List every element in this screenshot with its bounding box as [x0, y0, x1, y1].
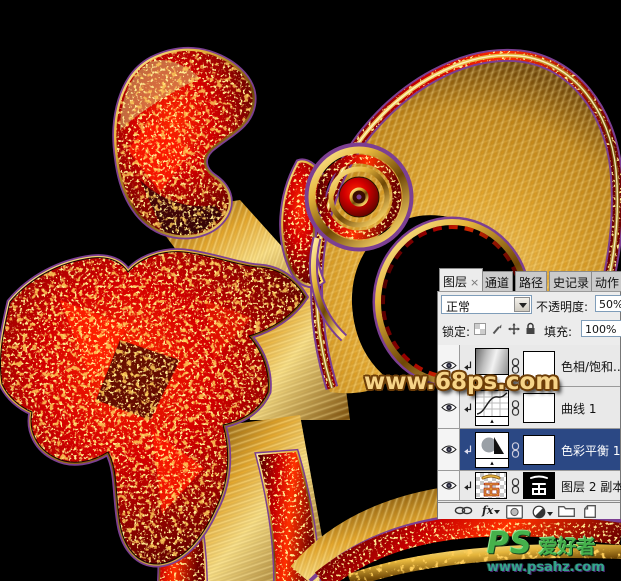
layer-row-layer2-copy[interactable]: 图层 2 副本	[438, 471, 621, 501]
tab-paths[interactable]: 路径	[515, 271, 548, 291]
watermark-url: www.psahz.com	[487, 560, 605, 575]
lock-label: 锁定:	[442, 325, 471, 339]
watermark-fans-text: 爱好者	[538, 536, 596, 558]
mask-link-icon	[511, 441, 520, 461]
layer-mask-thumbnail[interactable]	[523, 434, 555, 465]
eye-icon[interactable]	[440, 477, 458, 495]
add-layer-mask-icon[interactable]	[506, 505, 523, 519]
layer-mask-thumbnail[interactable]	[523, 392, 555, 423]
layer-name[interactable]: 色彩平衡 1	[561, 442, 620, 459]
link-layers-icon[interactable]	[454, 505, 473, 516]
lock-icons	[474, 322, 536, 338]
lock-transparency-icon[interactable]	[474, 322, 486, 338]
tab-layers[interactable]: 图层 ×	[439, 268, 484, 291]
lock-all-padlock-icon[interactable]	[525, 322, 536, 338]
layer-name[interactable]: 曲线 1	[561, 400, 596, 417]
watermark-psahz: PS 爱好者 www.psahz.com	[487, 526, 605, 575]
new-adjustment-layer-icon[interactable]	[532, 505, 553, 519]
blend-mode-value: 正常	[446, 300, 471, 314]
adjustment-slider-icon: ▴	[476, 415, 508, 425]
panel-body: 正常 不透明度: 50% 锁定: 填充: 100%	[437, 291, 621, 519]
blend-mode-select[interactable]: 正常	[441, 295, 532, 314]
fill-input[interactable]: 100%	[581, 320, 621, 337]
panel-footer: fx	[438, 502, 620, 519]
lock-pixels-brush-icon[interactable]	[491, 323, 503, 338]
tab-paths-label: 路径	[519, 276, 544, 290]
layer-thumbnail-pixels[interactable]	[475, 471, 507, 499]
watermark-ps-logo: PS	[487, 526, 533, 561]
layer-visibility-cell[interactable]	[438, 429, 460, 470]
tab-history-label: 史记录	[553, 276, 590, 290]
layer-row-color-balance[interactable]: ▴ 色彩平衡 1	[438, 429, 620, 471]
eye-icon[interactable]	[440, 441, 458, 459]
chevron-down-icon[interactable]	[514, 297, 530, 312]
new-group-folder-icon[interactable]	[558, 505, 575, 517]
clipping-mask-icon	[463, 445, 473, 459]
tab-layers-label: 图层	[443, 275, 468, 289]
layer-styles-fx-icon[interactable]: fx	[482, 504, 501, 517]
opacity-label: 不透明度:	[536, 300, 589, 314]
tab-history[interactable]: 史记录	[549, 271, 594, 291]
screenshot-root: 图层× 通道 路径 史记录 动作 正常 不透明度: 50% 锁定:	[0, 0, 621, 581]
clipping-mask-icon	[463, 481, 473, 495]
tab-channels[interactable]: 通道	[481, 271, 514, 291]
lock-position-move-icon[interactable]	[508, 322, 520, 338]
clipping-mask-icon	[463, 403, 473, 417]
mask-link-icon	[511, 477, 520, 497]
opacity-input[interactable]: 50%	[595, 295, 621, 312]
tab-close-icon[interactable]: ×	[470, 276, 479, 289]
eye-icon[interactable]	[440, 399, 458, 417]
watermark-68ps: www.68ps.com	[364, 369, 560, 395]
tab-actions[interactable]: 动作	[591, 271, 621, 291]
new-layer-icon[interactable]	[583, 505, 597, 518]
layer-thumbnail-color-balance[interactable]: ▴	[475, 431, 509, 468]
mask-link-icon	[511, 399, 520, 419]
layer-mask-thumbnail[interactable]	[523, 471, 555, 499]
tab-actions-label: 动作	[595, 276, 620, 290]
panel-tabstrip: 图层 × 通道 路径 史记录 动作	[437, 268, 621, 291]
layer-visibility-cell[interactable]	[438, 471, 460, 500]
tab-channels-label: 通道	[485, 276, 510, 290]
fill-label: 填充:	[544, 325, 573, 339]
layer-name[interactable]: 色相/饱和..	[561, 358, 621, 375]
fx-label: fx	[482, 504, 494, 517]
adjustment-slider-icon: ▴	[476, 457, 508, 467]
layer-name[interactable]: 图层 2 副本	[561, 478, 621, 495]
